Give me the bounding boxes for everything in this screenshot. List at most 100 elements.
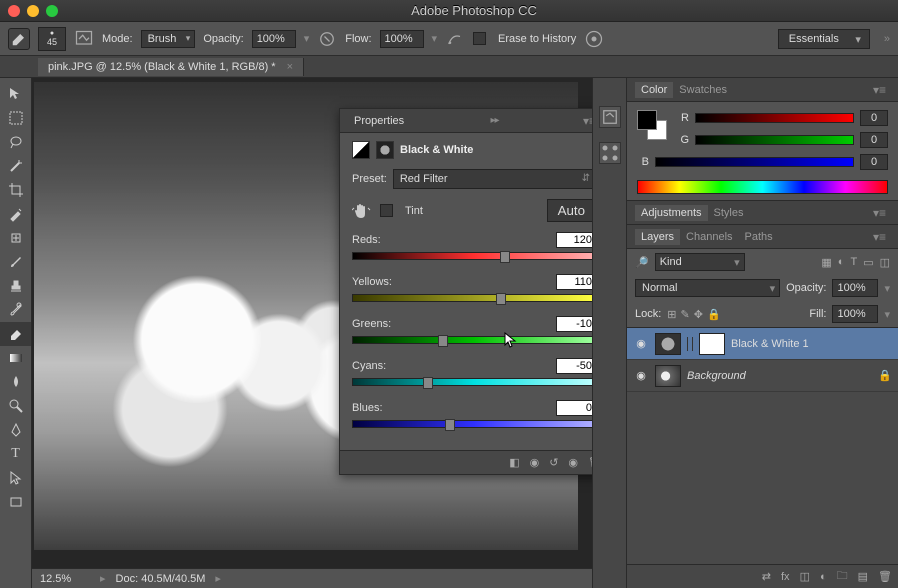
maximize-button[interactable] [46, 5, 58, 17]
dodge-tool[interactable] [0, 394, 31, 418]
greens-thumb[interactable] [438, 335, 448, 347]
color-panel-menu-icon[interactable]: ▾≡ [869, 83, 890, 97]
blend-mode-select[interactable]: Normal [635, 279, 780, 297]
rectangle-tool[interactable] [0, 490, 31, 514]
blues-thumb[interactable] [445, 419, 455, 431]
clip-icon[interactable]: ◧ [509, 456, 519, 469]
reds-input[interactable] [556, 232, 592, 248]
opacity-arrow-icon[interactable]: ▾ [304, 32, 310, 45]
lock-all-icon[interactable]: 🔒 [707, 308, 721, 321]
blues-slider[interactable] [352, 420, 592, 428]
greens-slider[interactable] [352, 336, 592, 344]
filter-smart-icon[interactable]: ◫ [880, 256, 890, 269]
tint-checkbox[interactable] [380, 204, 393, 217]
fg-swatch[interactable] [637, 110, 657, 130]
swatches-tab[interactable]: Swatches [673, 82, 733, 98]
reset-icon[interactable]: ↺ [549, 456, 558, 469]
canvas-area[interactable]: Properties ▸▸ ▾≡ Black & White Preset: R… [32, 78, 592, 588]
auto-button[interactable]: Auto [547, 199, 592, 222]
g-value[interactable]: 0 [860, 132, 888, 148]
color-spectrum[interactable] [637, 180, 888, 194]
layer-lock-icon[interactable]: 🔒 [878, 369, 892, 382]
greens-input[interactable] [556, 316, 592, 332]
move-tool[interactable] [0, 82, 31, 106]
opacity-input[interactable]: 100% [252, 30, 296, 48]
filter-adjustment-icon[interactable]: ◐ [838, 256, 845, 269]
lasso-tool[interactable] [0, 130, 31, 154]
document-tab[interactable]: pink.JPG @ 12.5% (Black & White 1, RGB/8… [38, 58, 304, 76]
stamp-tool[interactable] [0, 274, 31, 298]
new-group-icon[interactable]: 🗀 [837, 567, 848, 586]
eraser-tool[interactable] [0, 322, 31, 346]
reds-thumb[interactable] [500, 251, 510, 263]
lock-position-icon[interactable]: ✥ [694, 308, 703, 321]
reds-slider[interactable] [352, 252, 592, 260]
eraser-tool-icon[interactable] [8, 28, 30, 50]
r-value[interactable]: 0 [860, 110, 888, 126]
adjustments-tab[interactable]: Adjustments [635, 205, 708, 221]
layer-row-background[interactable]: ◉ Background 🔒 [627, 360, 898, 392]
filter-search-icon[interactable]: 🔎 [635, 256, 649, 269]
properties-tab[interactable]: Properties [348, 113, 410, 129]
zoom-value[interactable]: 12.5% [40, 573, 90, 585]
preset-select[interactable]: Red Filter [393, 169, 592, 189]
close-button[interactable] [8, 5, 20, 17]
layer-opacity-input[interactable]: 100% [832, 279, 878, 297]
mode-select[interactable]: Brush [141, 30, 196, 48]
wand-tool[interactable] [0, 154, 31, 178]
healing-tool[interactable] [0, 226, 31, 250]
workspace-menu-icon[interactable]: » [884, 33, 890, 45]
lock-transparent-icon[interactable]: ⊞ [667, 308, 676, 321]
erase-history-checkbox[interactable] [473, 32, 486, 45]
layers-panel-menu-icon[interactable]: ▾≡ [869, 230, 890, 244]
crop-tool[interactable] [0, 178, 31, 202]
pressure-opacity-icon[interactable] [317, 29, 337, 49]
yellows-input[interactable] [556, 274, 592, 290]
trash-icon[interactable]: 🗑 [588, 456, 592, 469]
yellows-slider[interactable] [352, 294, 592, 302]
history-dock-icon[interactable] [599, 106, 621, 128]
channels-tab[interactable]: Channels [680, 229, 738, 245]
layer-visibility-icon[interactable]: ◉ [633, 369, 649, 382]
layers-tab[interactable]: Layers [635, 229, 680, 245]
flow-arrow-icon[interactable]: ▾ [432, 32, 438, 45]
view-previous-icon[interactable]: ◉ [530, 456, 540, 469]
history-brush-tool[interactable] [0, 298, 31, 322]
layer-opacity-arrow-icon[interactable]: ▾ [884, 282, 890, 295]
yellows-thumb[interactable] [496, 293, 506, 305]
paths-tab[interactable]: Paths [739, 229, 779, 245]
brush-tool[interactable] [0, 250, 31, 274]
panel-menu-icon[interactable]: ▾≡ [579, 114, 592, 128]
g-slider[interactable] [695, 135, 854, 145]
visibility-icon[interactable]: ◉ [568, 456, 578, 469]
cyans-thumb[interactable] [423, 377, 433, 389]
eyedropper-tool[interactable] [0, 202, 31, 226]
airbrush-icon[interactable] [445, 29, 465, 49]
new-fill-icon[interactable]: ◐ [820, 571, 827, 583]
brush-size-display[interactable]: ● 45 [38, 27, 66, 51]
gradient-tool[interactable] [0, 346, 31, 370]
lock-image-icon[interactable]: ✎ [681, 308, 690, 321]
filter-kind-select[interactable]: Kind [655, 253, 745, 271]
marquee-tool[interactable] [0, 106, 31, 130]
r-slider[interactable] [695, 113, 854, 123]
layer-row-adjustment[interactable]: ◉ Black & White 1 [627, 328, 898, 360]
brush-panel-icon[interactable] [74, 29, 94, 49]
pressure-size-icon[interactable] [584, 29, 604, 49]
b-slider[interactable] [655, 157, 854, 167]
new-layer-icon[interactable]: ▤ [858, 570, 868, 583]
fg-bg-swatches[interactable] [637, 110, 667, 140]
close-tab-icon[interactable]: × [287, 61, 293, 73]
fill-arrow-icon[interactable]: ▾ [884, 308, 890, 321]
delete-layer-icon[interactable]: 🗑 [878, 570, 892, 583]
layer-visibility-icon[interactable]: ◉ [633, 337, 649, 350]
flow-input[interactable]: 100% [380, 30, 424, 48]
path-select-tool[interactable] [0, 466, 31, 490]
fill-input[interactable]: 100% [832, 305, 878, 323]
layer-name[interactable]: Background [687, 370, 872, 382]
pen-tool[interactable] [0, 418, 31, 442]
workspace-select[interactable]: Essentials [778, 29, 870, 49]
on-image-tool-icon[interactable] [352, 202, 372, 220]
link-layers-icon[interactable]: ⇄ [762, 570, 771, 583]
minimize-button[interactable] [27, 5, 39, 17]
